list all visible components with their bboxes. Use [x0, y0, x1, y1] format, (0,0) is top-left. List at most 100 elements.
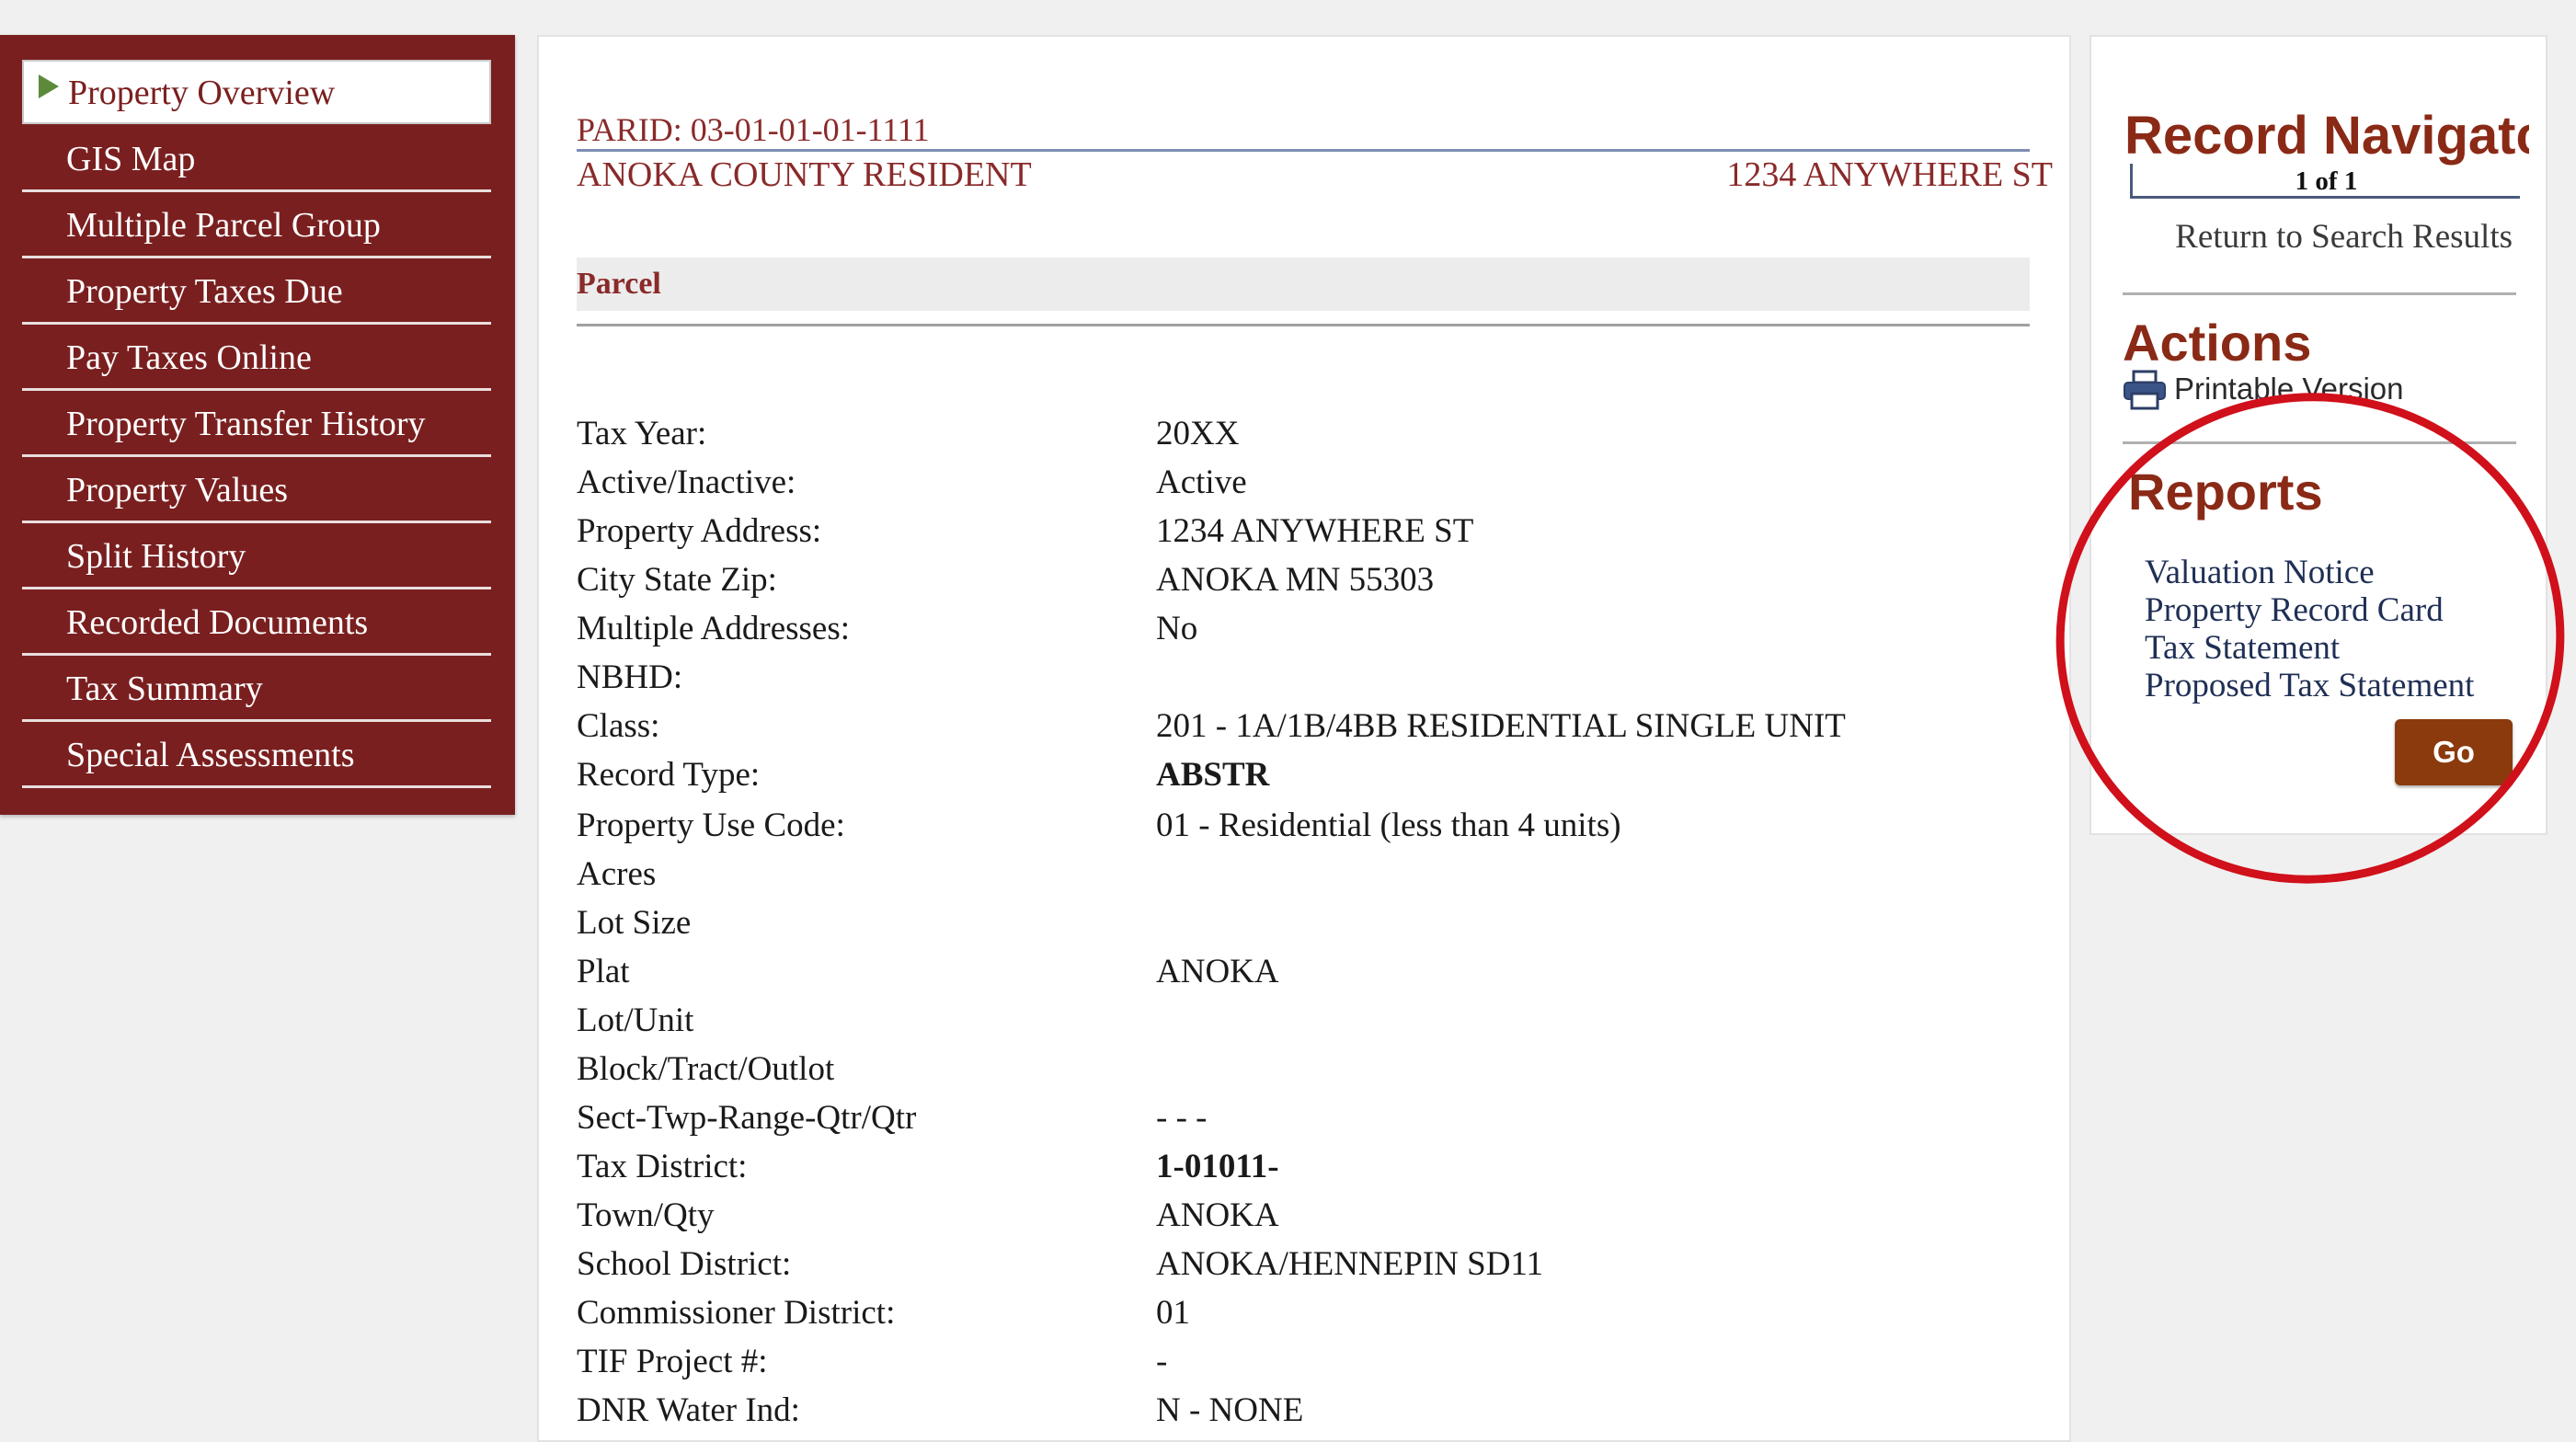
record-navigation-title: Record Navigatc	[2124, 106, 2529, 166]
field-value: 01 - Residential (less than 4 units)	[1156, 807, 1621, 844]
field-value: 01	[1156, 1294, 1190, 1332]
field-row: School District: ANOKA/HENNEPIN SD11	[577, 1244, 2048, 1290]
sidebar-item-multiple-parcel-group[interactable]: Multiple Parcel Group	[22, 194, 491, 258]
field-value: ANOKA/HENNEPIN SD11	[1156, 1245, 1544, 1283]
sidebar-item-property-values[interactable]: Property Values	[22, 459, 491, 523]
owner-name: ANOKA COUNTY RESIDENT	[577, 155, 1032, 194]
field-row: TIF Project #: -	[577, 1342, 2048, 1388]
section-title: Parcel	[577, 267, 661, 301]
field-label: Lot Size	[577, 904, 692, 942]
go-button[interactable]: Go	[2395, 719, 2513, 785]
field-row: Town/Qty ANOKA	[577, 1196, 2048, 1242]
field-label: Acres	[577, 855, 657, 893]
field-label: Tax Year:	[577, 415, 707, 452]
field-value: Active	[1156, 464, 1247, 501]
field-row: Multiple Addresses: No	[577, 609, 2048, 655]
nav-list: Property Overview GIS Map Multiple Parce…	[22, 60, 491, 790]
field-value: 20XX	[1156, 415, 1240, 452]
field-label: City State Zip:	[577, 561, 777, 599]
field-value: - - -	[1156, 1099, 1208, 1137]
parcel-section-header: Parcel	[577, 258, 2030, 311]
field-row: Lot/Unit	[577, 1001, 2048, 1047]
field-row: Sect-Twp-Range-Qtr/Qtr - - -	[577, 1098, 2048, 1144]
reports-title: Reports	[2128, 463, 2323, 521]
sidebar-item-property-taxes-due[interactable]: Property Taxes Due	[22, 260, 491, 325]
field-label: Block/Tract/Outlot	[577, 1050, 835, 1088]
actions-title: Actions	[2123, 314, 2312, 372]
field-row: Lot Size	[577, 903, 2048, 949]
field-label: Property Address:	[577, 512, 822, 550]
sidebar-item-gis-map[interactable]: GIS Map	[22, 128, 491, 192]
field-value: -	[1156, 1343, 1168, 1380]
sidebar-item-property-transfer-history[interactable]: Property Transfer History	[22, 393, 491, 457]
divider	[2123, 441, 2516, 444]
report-list: Valuation Notice Property Record Card Ta…	[2145, 554, 2474, 704]
field-row: Acres	[577, 854, 2048, 900]
field-label: Commissioner District:	[577, 1294, 896, 1332]
field-value: ANOKA	[1156, 953, 1279, 990]
field-row: Plat ANOKA	[577, 952, 2048, 998]
sidebar-item-split-history[interactable]: Split History	[22, 525, 491, 589]
sidebar-nav: Property Overview GIS Map Multiple Parce…	[0, 35, 515, 815]
field-label: TIF Project #:	[577, 1343, 768, 1380]
printable-version-link[interactable]: Printable Version	[2174, 372, 2403, 406]
field-label: School District:	[577, 1245, 792, 1283]
field-value: 1-01011-	[1156, 1148, 1279, 1185]
header-divider	[577, 149, 2030, 152]
field-label: Sect-Twp-Range-Qtr/Qtr	[577, 1099, 917, 1137]
field-row: Tax Year: 20XX	[577, 414, 2048, 460]
record-count: 1 of 1	[2295, 166, 2358, 196]
field-label: Tax District:	[577, 1148, 748, 1185]
sidebar-item-label: Property Values	[66, 471, 288, 509]
sidebar-item-label: Special Assessments	[66, 736, 355, 774]
field-row: Class: 201 - 1A/1B/4BB RESIDENTIAL SINGLE…	[577, 706, 2048, 752]
sidebar-item-label: Recorded Documents	[66, 603, 369, 642]
sidebar-item-label: Pay Taxes Online	[66, 338, 312, 377]
main-panel: PARID: 03-01-01-01-1111 ANOKA COUNTY RES…	[537, 35, 2071, 1442]
report-valuation-notice[interactable]: Valuation Notice	[2145, 554, 2474, 591]
printer-icon[interactable]	[2123, 370, 2167, 410]
field-label: Town/Qty	[577, 1196, 715, 1234]
report-proposed-tax-statement[interactable]: Proposed Tax Statement	[2145, 667, 2474, 704]
field-row: NBHD:	[577, 658, 2048, 704]
field-value: 201 - 1A/1B/4BB RESIDENTIAL SINGLE UNIT	[1156, 707, 1846, 745]
return-to-search-link[interactable]: Return to Search Results	[2175, 217, 2513, 257]
field-value: ABSTR	[1156, 756, 1270, 794]
right-panel: Record Navigatc 1 of 1 Return to Search …	[2089, 35, 2547, 835]
field-label: DNR Water Ind:	[577, 1391, 800, 1429]
sidebar-item-label: Property Overview	[68, 74, 336, 112]
field-row: Tax District: 1-01011-	[577, 1147, 2048, 1193]
divider	[2123, 292, 2516, 295]
field-label: Active/Inactive:	[577, 464, 796, 501]
record-counter: 1 of 1	[2130, 164, 2520, 199]
sidebar-item-label: Property Taxes Due	[66, 272, 343, 311]
field-value: No	[1156, 610, 1198, 647]
sidebar-item-tax-summary[interactable]: Tax Summary	[22, 658, 491, 722]
field-row: Property Use Code: 01 - Residential (less…	[577, 806, 2048, 852]
section-divider	[577, 324, 2030, 326]
sidebar-item-label: Split History	[66, 537, 246, 576]
report-property-record-card[interactable]: Property Record Card	[2145, 591, 2474, 629]
sidebar-item-pay-taxes-online[interactable]: Pay Taxes Online	[22, 326, 491, 391]
sidebar-item-recorded-documents[interactable]: Recorded Documents	[22, 591, 491, 656]
sidebar-item-label: Tax Summary	[66, 670, 263, 708]
sidebar-item-special-assessments[interactable]: Special Assessments	[22, 724, 491, 788]
field-label: Record Type:	[577, 756, 761, 794]
sidebar-item-label: Property Transfer History	[66, 405, 426, 443]
header-address: 1234 ANYWHERE ST	[1726, 155, 2053, 194]
parcel-id: PARID: 03-01-01-01-1111	[577, 111, 930, 148]
sidebar-item-property-overview[interactable]: Property Overview	[22, 60, 491, 124]
field-row: Commissioner District: 01	[577, 1293, 2048, 1339]
sidebar-item-label: GIS Map	[66, 140, 196, 178]
sidebar-item-label: Multiple Parcel Group	[66, 206, 381, 245]
arrow-right-icon	[39, 74, 59, 98]
field-row: Property Address: 1234 ANYWHERE ST	[577, 511, 2048, 557]
field-label: Property Use Code:	[577, 807, 845, 844]
field-row: Record Type: ABSTR	[577, 755, 2048, 801]
field-value: N - NONE	[1156, 1391, 1304, 1429]
report-tax-statement[interactable]: Tax Statement	[2145, 629, 2474, 667]
field-row: City State Zip: ANOKA MN 55303	[577, 560, 2048, 606]
field-row: Active/Inactive: Active	[577, 463, 2048, 509]
field-label: Class:	[577, 707, 660, 745]
field-value: 1234 ANYWHERE ST	[1156, 512, 1474, 550]
